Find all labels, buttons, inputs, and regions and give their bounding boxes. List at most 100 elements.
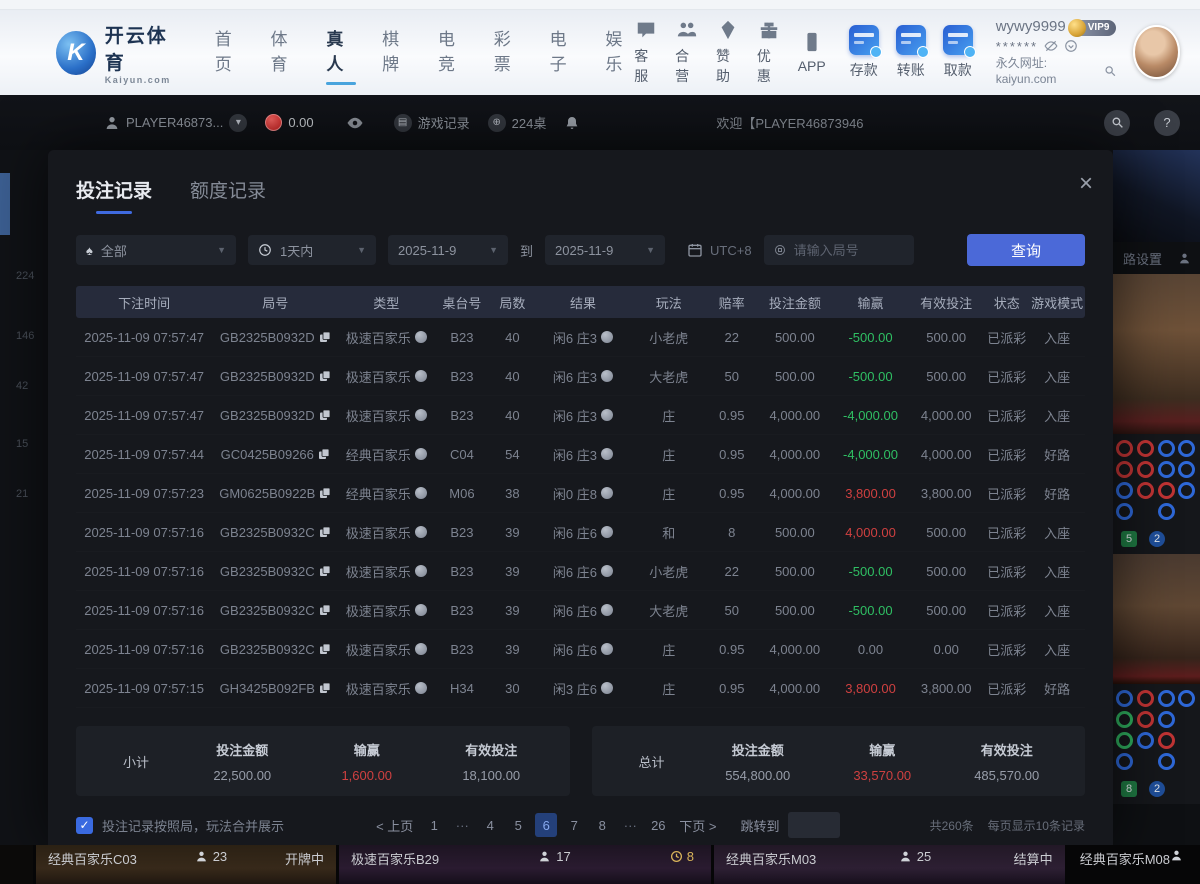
promo-button[interactable]: 优惠 bbox=[757, 19, 781, 86]
table-cell: 庄 bbox=[631, 484, 707, 503]
bell-icon bbox=[564, 115, 580, 131]
tables-count-button[interactable]: ⊕ 224桌 bbox=[488, 113, 547, 132]
subtotal-bet: 22,500.00 bbox=[180, 768, 305, 783]
table-cell: M06 bbox=[434, 486, 489, 501]
player-menu[interactable]: PLAYER46873... ▾ bbox=[104, 114, 247, 132]
toggle-balance[interactable] bbox=[346, 114, 364, 132]
page-button[interactable]: 8 bbox=[591, 813, 613, 837]
deposit-button[interactable]: 存款 bbox=[849, 25, 879, 80]
live-table-tile[interactable]: 经典百家乐C03 23 开牌中 bbox=[36, 845, 336, 884]
pagination: < 上页 1···45678···26 下页 > 跳转到 bbox=[374, 812, 839, 838]
nav-item[interactable]: 电子 bbox=[550, 25, 579, 81]
table-cell: 4,000.00 bbox=[757, 681, 833, 696]
table-row: 2025-11-09 07:57:47GB2325B0932D极速百家乐B234… bbox=[76, 396, 1085, 435]
nav-item[interactable]: 彩票 bbox=[494, 25, 523, 81]
copy-icon[interactable] bbox=[319, 565, 331, 577]
copy-icon[interactable] bbox=[319, 331, 331, 343]
copy-icon[interactable] bbox=[319, 604, 331, 616]
page-button[interactable]: 4 bbox=[479, 813, 501, 837]
game-type-select[interactable]: ♠ 全部 ▼ bbox=[76, 235, 236, 265]
chevron-down-icon[interactable]: ▾ bbox=[229, 114, 247, 132]
table-cell: GB2325B0932C bbox=[212, 642, 338, 657]
timezone-display[interactable]: UTC+8 bbox=[687, 242, 752, 258]
next-page-button[interactable]: 下页 > bbox=[677, 816, 718, 835]
table-cell: 50 bbox=[707, 603, 757, 618]
game-record-button[interactable]: ▤ 游戏记录 bbox=[394, 113, 470, 132]
copy-icon[interactable] bbox=[319, 526, 331, 538]
support-button[interactable]: 客服 bbox=[634, 19, 658, 86]
page-button[interactable]: ··· bbox=[619, 813, 641, 837]
date-from-select[interactable]: 2025-11-9 ▼ bbox=[388, 235, 508, 265]
page-button[interactable]: ··· bbox=[451, 813, 473, 837]
transfer-button[interactable]: 转账 bbox=[896, 25, 926, 80]
page-button[interactable]: 1 bbox=[423, 813, 445, 837]
page-button[interactable]: 7 bbox=[563, 813, 585, 837]
nav-item[interactable]: 电竞 bbox=[438, 25, 467, 81]
table-cell: 4,000.00 bbox=[757, 447, 833, 462]
subtotal-box: 小计 投注金额22,500.00 输赢1,600.00 有效投注18,100.0… bbox=[76, 726, 570, 796]
page-button[interactable]: 26 bbox=[647, 813, 669, 837]
status-badge: 5 bbox=[1121, 531, 1137, 547]
prev-page-button[interactable]: < 上页 bbox=[374, 816, 415, 835]
avatar[interactable] bbox=[1133, 25, 1180, 79]
table-cell: 0.95 bbox=[707, 447, 757, 462]
table-cell: 大老虎 bbox=[631, 601, 707, 620]
table-cell: 已派彩 bbox=[984, 679, 1029, 698]
round-number-input[interactable] bbox=[794, 243, 904, 258]
username: wywy9999 bbox=[996, 17, 1066, 37]
close-icon[interactable]: × bbox=[1079, 172, 1093, 196]
magnifier-icon[interactable] bbox=[1104, 64, 1116, 78]
road-ring bbox=[1178, 440, 1195, 457]
nav-item[interactable]: 真人 bbox=[326, 25, 355, 81]
info-dot-icon bbox=[415, 487, 427, 499]
table-count: 15 bbox=[16, 438, 28, 450]
notifications-button[interactable] bbox=[564, 115, 580, 131]
road-ring bbox=[1158, 482, 1175, 499]
date-to-select[interactable]: 2025-11-9 ▼ bbox=[545, 235, 665, 265]
merge-checkbox[interactable]: ✓ bbox=[76, 817, 93, 834]
table-cell: 好路 bbox=[1029, 484, 1084, 503]
live-table-tile[interactable]: 经典百家乐M03 25 结算中 bbox=[714, 845, 1065, 884]
search-icon[interactable] bbox=[1104, 110, 1130, 136]
copy-icon[interactable] bbox=[319, 409, 331, 421]
copy-icon[interactable] bbox=[319, 370, 331, 382]
table-cell: GB2325B0932C bbox=[212, 603, 338, 618]
round-search[interactable] bbox=[764, 235, 914, 265]
query-button[interactable]: 查询 bbox=[967, 234, 1085, 266]
help-icon[interactable]: ? bbox=[1154, 110, 1180, 136]
partner-button[interactable]: 合营 bbox=[675, 19, 699, 86]
live-table-tile[interactable]: 极速百家乐B29 17 8 bbox=[339, 845, 711, 884]
nav-item[interactable]: 棋牌 bbox=[382, 25, 411, 81]
live-table-tile[interactable]: 经典百家乐M08 bbox=[1068, 845, 1200, 884]
table-cell: 3,800.00 bbox=[833, 486, 909, 501]
table-cell: 入座 bbox=[1029, 640, 1084, 659]
dealer-video-thumb[interactable] bbox=[1113, 554, 1200, 684]
table-cell: 小老虎 bbox=[631, 562, 707, 581]
jump-page-input[interactable] bbox=[788, 812, 840, 838]
chat-icon bbox=[635, 19, 657, 41]
modal-footer: ✓ 投注记录按照局，玩法合并展示 < 上页 1···45678···26 下页 … bbox=[76, 812, 1085, 838]
time-range-select[interactable]: 1天内 ▼ bbox=[248, 235, 376, 265]
page-button[interactable]: 6 bbox=[535, 813, 557, 837]
withdraw-button[interactable]: 取款 bbox=[943, 25, 973, 80]
copy-icon[interactable] bbox=[319, 487, 331, 499]
casino-subheader: PLAYER46873... ▾ 0.00 ▤ 游戏记录 ⊕ 224桌 欢迎【P… bbox=[0, 95, 1200, 150]
chevron-circle-icon[interactable] bbox=[1064, 39, 1078, 53]
copy-icon[interactable] bbox=[319, 682, 331, 694]
app-button[interactable]: APP bbox=[798, 31, 826, 74]
dealer-video-thumb[interactable] bbox=[1113, 274, 1200, 434]
copy-icon[interactable] bbox=[319, 643, 331, 655]
nav-item[interactable]: 首页 bbox=[215, 25, 244, 81]
modal-tab[interactable]: 投注记录 bbox=[76, 176, 152, 214]
copy-icon[interactable] bbox=[318, 448, 330, 460]
modal-tab[interactable]: 额度记录 bbox=[190, 176, 266, 214]
nav-item[interactable]: 娱乐 bbox=[605, 25, 634, 81]
page-button[interactable]: 5 bbox=[507, 813, 529, 837]
sponsor-button[interactable]: 赞助 bbox=[716, 19, 740, 86]
column-header: 局数 bbox=[490, 293, 535, 312]
road-settings-button[interactable]: 路设置 bbox=[1123, 249, 1162, 268]
nav-item[interactable]: 体育 bbox=[271, 25, 300, 81]
eye-off-icon[interactable] bbox=[1044, 39, 1058, 53]
site-logo[interactable]: K 开云体育 Kaiyun.com bbox=[56, 21, 181, 85]
road-ring bbox=[1178, 690, 1195, 707]
